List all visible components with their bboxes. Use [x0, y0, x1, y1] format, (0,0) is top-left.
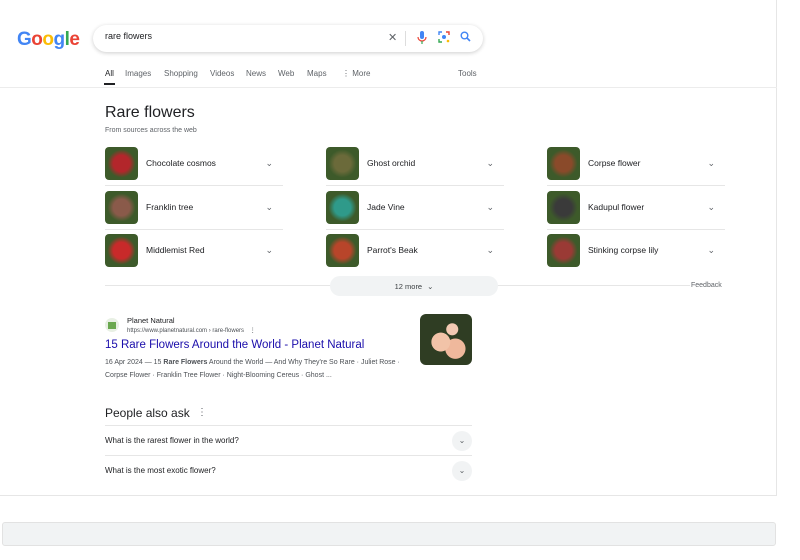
chevron-down-icon: ⌄	[452, 460, 472, 481]
entity-label: Ghost orchid	[367, 158, 416, 168]
bottom-bar	[2, 522, 776, 546]
divider	[405, 31, 406, 46]
header-divider	[0, 87, 777, 88]
entity-label: Chocolate cosmos	[146, 158, 216, 168]
chevron-down-icon[interactable]: ⌄	[486, 202, 494, 213]
entity-item[interactable]: Ghost orchid ⌄	[326, 145, 504, 181]
chevron-down-icon[interactable]: ⌄	[265, 158, 273, 169]
result-thumbnail[interactable]	[420, 314, 472, 365]
row-divider	[105, 229, 283, 230]
question-row[interactable]: What is the rarest flower in the world? ⌄	[105, 425, 472, 455]
lens-icon[interactable]	[438, 31, 450, 47]
tab-more[interactable]: ⋮ More	[342, 69, 370, 78]
clear-icon[interactable]: ✕	[388, 31, 397, 45]
chevron-down-icon[interactable]: ⌄	[265, 245, 273, 256]
google-logo[interactable]: Google	[17, 29, 80, 51]
entity-item[interactable]: Jade Vine ⌄	[326, 189, 504, 225]
entity-label: Corpse flower	[588, 158, 641, 168]
question-text: What is the rarest flower in the world?	[105, 436, 239, 445]
entity-label: Parrot's Beak	[367, 245, 418, 255]
entity-thumbnail	[326, 233, 359, 267]
result-url[interactable]: https://www.planetnatural.com › rare-flo…	[127, 327, 256, 334]
chevron-down-icon[interactable]: ⌄	[707, 245, 715, 256]
question-text: What is the most exotic flower?	[105, 466, 216, 475]
tab-web[interactable]: Web	[278, 69, 294, 78]
show-more-label: 12 more	[394, 281, 423, 291]
entity-item[interactable]: Parrot's Beak ⌄	[326, 232, 504, 268]
entity-label: Stinking corpse lily	[588, 245, 659, 255]
row-divider	[547, 185, 725, 186]
entity-item[interactable]: Stinking corpse lily ⌄	[547, 232, 725, 268]
tab-videos[interactable]: Videos	[210, 69, 234, 78]
chevron-down-icon[interactable]: ⌄	[707, 158, 715, 169]
tab-images[interactable]: Images	[125, 69, 151, 78]
tab-shopping[interactable]: Shopping	[164, 69, 198, 78]
entity-thumbnail	[105, 233, 138, 267]
entity-item[interactable]: Chocolate cosmos ⌄	[105, 145, 283, 181]
search-input[interactable]	[105, 31, 375, 41]
result-site-name[interactable]: Planet Natural	[127, 316, 175, 325]
question-row[interactable]: What is the most exotic flower? ⌄	[105, 455, 472, 485]
entity-label: Middlemist Red	[146, 245, 205, 255]
entity-thumbnail	[547, 146, 580, 180]
entity-label: Kadupul flower	[588, 202, 645, 212]
tab-news[interactable]: News	[246, 69, 266, 78]
row-divider	[105, 185, 283, 186]
entity-label: Franklin tree	[146, 202, 194, 212]
entity-item[interactable]: Middlemist Red ⌄	[105, 232, 283, 268]
entity-item[interactable]: Franklin tree ⌄	[105, 189, 283, 225]
entity-thumbnail	[326, 146, 359, 180]
entity-label: Jade Vine	[367, 202, 405, 212]
entity-thumbnail	[105, 190, 138, 224]
tools-button[interactable]: Tools	[458, 69, 477, 78]
chevron-down-icon[interactable]: ⌄	[486, 245, 494, 256]
entity-item[interactable]: Kadupul flower ⌄	[547, 189, 725, 225]
entity-item[interactable]: Corpse flower ⌄	[547, 145, 725, 181]
feedback-link[interactable]: Feedback	[691, 282, 722, 289]
section-subtitle: From sources across the web	[105, 127, 197, 134]
row-divider	[326, 185, 504, 186]
row-divider	[547, 229, 725, 230]
show-more-button[interactable]: 12 more ⌄	[330, 276, 498, 296]
search-icon[interactable]	[460, 31, 471, 46]
microphone-icon[interactable]	[417, 31, 427, 48]
tab-maps[interactable]: Maps	[307, 69, 327, 78]
chevron-down-icon[interactable]: ⌄	[486, 158, 494, 169]
chevron-down-icon[interactable]: ⌄	[265, 202, 273, 213]
result-snippet: 16 Apr 2024 — 15 Rare Flowers Around the…	[105, 359, 400, 379]
entity-thumbnail	[547, 233, 580, 267]
tab-all[interactable]: All	[104, 69, 115, 85]
entity-thumbnail	[105, 146, 138, 180]
section-title: Rare flowers	[105, 104, 195, 121]
chevron-down-icon[interactable]: ⌄	[707, 202, 715, 213]
site-favicon	[105, 318, 119, 332]
more-options-icon[interactable]: ⋮	[197, 407, 207, 418]
row-divider	[326, 229, 504, 230]
result-url-text: https://www.planetnatural.com › rare-flo…	[127, 328, 245, 334]
people-also-ask-title: People also ask	[105, 406, 190, 420]
more-options-icon[interactable]: ⋮	[250, 328, 256, 334]
chevron-down-icon: ⌄	[427, 281, 434, 291]
chevron-down-icon: ⌄	[452, 430, 472, 451]
entity-thumbnail	[326, 190, 359, 224]
entity-thumbnail	[547, 190, 580, 224]
search-box[interactable]: ✕	[93, 25, 483, 52]
result-title-link[interactable]: 15 Rare Flowers Around the World - Plane…	[105, 339, 364, 351]
